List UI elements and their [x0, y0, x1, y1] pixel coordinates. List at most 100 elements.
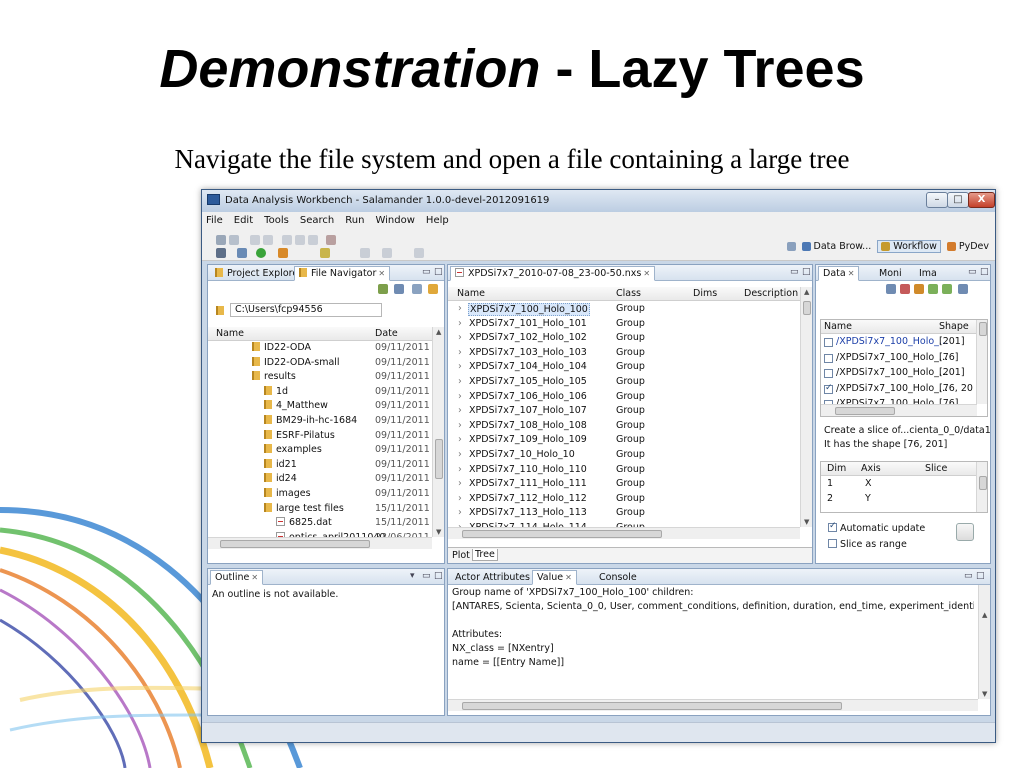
expand-arrow-icon[interactable]: › — [458, 318, 462, 329]
new-wizard-icon[interactable] — [278, 248, 288, 258]
menu-run[interactable]: Run — [345, 212, 364, 229]
col-name-header[interactable]: Name — [457, 287, 485, 301]
tab-plot[interactable]: Plot — [452, 550, 470, 561]
data-row-checkbox[interactable] — [824, 369, 833, 378]
expand-arrow-icon[interactable]: › — [458, 376, 462, 387]
navigator-row[interactable]: 1d 09/11/2011 — [208, 385, 432, 400]
perspective-pydev[interactable]: PyDev — [946, 241, 989, 252]
col-class-header[interactable]: Class — [616, 287, 641, 301]
col-axis-header[interactable]: Axis — [861, 462, 881, 476]
close-value-tab-icon[interactable]: ✕ — [565, 573, 572, 582]
tree-row[interactable]: › XPDSi7x7_107_Holo_107 Group — [448, 405, 800, 419]
maximize-pane-icon[interactable]: □ — [434, 267, 443, 277]
data-row[interactable]: /XPDSi7x7_100_Holo_... [201] — [821, 367, 977, 381]
tab-project-explorer[interactable]: Project Explorer — [210, 266, 307, 281]
minimize-pane-icon[interactable]: ▭ — [422, 267, 431, 277]
table-view-icon[interactable] — [958, 284, 968, 294]
save-all-icon[interactable] — [229, 235, 239, 245]
data-row[interactable]: /XPDSi7x7_100_Holo_...[76] — [821, 352, 977, 366]
navigator-vertical-scrollbar[interactable]: ▲ ▼ — [432, 327, 444, 537]
tab-outline[interactable]: Outline ✕ — [210, 570, 264, 585]
navigator-row[interactable]: images 09/11/2011 — [208, 488, 432, 502]
copy-icon[interactable] — [295, 235, 305, 245]
data-table-vertical-scrollbar[interactable] — [976, 320, 987, 404]
expand-arrow-icon[interactable]: › — [458, 347, 462, 358]
menu-help[interactable]: Help — [426, 212, 449, 229]
console-hscroll-thumb[interactable] — [462, 702, 842, 710]
save-icon[interactable] — [216, 235, 226, 245]
tree-hscroll-thumb[interactable] — [462, 530, 662, 538]
slice-table-vertical-scrollbar[interactable] — [976, 462, 987, 512]
navigator-row[interactable]: id24 09/11/2011 — [208, 473, 432, 487]
data-table-hscroll-thumb[interactable] — [835, 407, 895, 415]
console-vertical-scrollbar[interactable]: ▲ ▼ — [978, 585, 990, 699]
tree-horizontal-scrollbar[interactable] — [448, 527, 800, 539]
slice-row-axis[interactable]: X — [865, 478, 872, 489]
refresh-icon[interactable] — [428, 284, 438, 294]
plot-1d-icon[interactable] — [886, 284, 896, 294]
tree-row[interactable]: › XPDSi7x7_103_Holo_103 Group — [448, 347, 800, 361]
data-row-checkbox[interactable] — [824, 383, 833, 394]
tree-row[interactable]: › XPDSi7x7_102_Holo_102 Group — [448, 332, 800, 346]
slice-table-scroll-thumb[interactable] — [979, 476, 987, 490]
col-slice-header[interactable]: Slice — [925, 462, 947, 476]
expand-arrow-icon[interactable]: › — [458, 420, 462, 431]
col-shape-header[interactable]: Shape — [939, 320, 969, 334]
perspective-workflow[interactable]: Workflow — [877, 239, 941, 253]
tree-row[interactable]: › XPDSi7x7_104_Holo_104 Group — [448, 361, 800, 375]
slice-row-axis[interactable]: Y — [865, 493, 871, 504]
menu-file[interactable]: File — [206, 212, 223, 229]
plot-2d-icon[interactable] — [914, 284, 924, 294]
expand-arrow-icon[interactable]: › — [458, 405, 462, 416]
expand-arrow-icon[interactable]: › — [458, 391, 462, 402]
expand-arrow-icon[interactable]: › — [458, 493, 462, 504]
tree-row[interactable]: › XPDSi7x7_113_Holo_113 Group — [448, 507, 800, 521]
debug-icon[interactable] — [237, 248, 247, 258]
scroll-down-arrow[interactable]: ▼ — [436, 528, 441, 536]
navigator-row[interactable]: ID22-ODA-small 09/11/2011 — [208, 356, 432, 371]
tab-data[interactable]: Data ✕ — [818, 266, 860, 281]
tab-console[interactable]: Console — [594, 570, 642, 585]
window-titlebar[interactable]: Data Analysis Workbench - Salamander 1.0… — [202, 190, 995, 212]
expand-arrow-icon[interactable]: › — [458, 464, 462, 475]
minimize-button[interactable]: – — [926, 192, 948, 208]
slice-row[interactable]: 1X — [821, 478, 977, 492]
navigator-row[interactable]: ESRF-Pilatus 09/11/2011 — [208, 429, 432, 444]
maximize-console-icon[interactable]: □ — [976, 571, 985, 581]
back-icon[interactable] — [414, 248, 424, 258]
close-button[interactable]: X — [968, 192, 995, 208]
navigator-row[interactable]: 4_Matthew 09/11/2011 — [208, 400, 432, 414]
navigator-row[interactable]: examples 09/11/2011 — [208, 444, 432, 458]
col-dim-header[interactable]: Dim — [827, 462, 846, 476]
view-menu-icon[interactable]: ▾ — [410, 571, 415, 581]
col-description-header[interactable]: Description — [744, 287, 798, 301]
expand-arrow-icon[interactable]: › — [458, 303, 462, 314]
tree-row[interactable]: › XPDSi7x7_111_Holo_111 Group — [448, 478, 800, 492]
navigator-row[interactable]: ID22-ODA 09/11/2011 — [208, 342, 432, 356]
collapse-all-icon[interactable] — [378, 284, 388, 294]
navigator-row[interactable]: 6825.dat 15/11/2011 — [208, 517, 432, 531]
maximize-data-panel-icon[interactable]: □ — [980, 267, 989, 277]
tree-row[interactable]: › XPDSi7x7_105_Holo_105 Group — [448, 376, 800, 390]
menu-search[interactable]: Search — [300, 212, 334, 229]
select-all-icon[interactable] — [928, 284, 938, 294]
navigator-horizontal-scrollbar[interactable] — [208, 537, 432, 549]
close-outline-icon[interactable]: ✕ — [251, 573, 258, 582]
data-row-checkbox[interactable] — [824, 338, 833, 347]
perspective-data-browsing[interactable]: Data Brow... — [801, 241, 871, 252]
tab-monitor[interactable]: Moni — [874, 266, 907, 281]
expand-arrow-icon[interactable]: › — [458, 434, 462, 445]
redo-icon[interactable] — [263, 235, 273, 245]
navigator-row[interactable]: large test files 15/11/2011 — [208, 502, 432, 517]
console-horizontal-scrollbar[interactable] — [448, 699, 978, 711]
tree-row[interactable]: › XPDSi7x7_110_Holo_110 Group — [448, 464, 800, 478]
open-perspective-icon[interactable] — [786, 241, 796, 251]
tree-row[interactable]: › XPDSi7x7_109_Holo_109 Group — [448, 434, 800, 448]
tree-row[interactable]: › XPDSi7x7_101_Holo_101 Group — [448, 318, 800, 332]
scroll-down-arrow[interactable]: ▼ — [982, 690, 987, 698]
col-name-header[interactable]: Name — [216, 327, 244, 341]
delete-icon[interactable] — [326, 235, 336, 245]
navigator-scroll-thumb[interactable] — [435, 439, 443, 479]
data-row[interactable]: /XPDSi7x7_100_Holo_...[76, 20 — [821, 383, 977, 397]
tree-scroll-thumb[interactable] — [803, 301, 811, 315]
